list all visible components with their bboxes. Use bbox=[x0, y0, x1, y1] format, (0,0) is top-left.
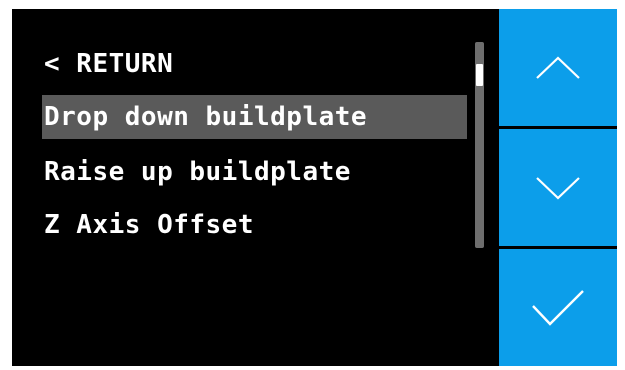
scrollbar-thumb[interactable] bbox=[476, 64, 483, 86]
chevron-up-icon bbox=[536, 55, 580, 79]
menu-list: < RETURN Drop down buildplate Raise up b… bbox=[12, 9, 498, 366]
checkmark-icon bbox=[532, 289, 584, 326]
confirm-button[interactable] bbox=[499, 249, 617, 366]
chevron-down-icon bbox=[536, 176, 580, 200]
menu-item-z-axis-offset[interactable]: Z Axis Offset bbox=[42, 203, 467, 247]
scroll-up-button[interactable] bbox=[499, 9, 617, 126]
side-button-panel bbox=[499, 9, 617, 366]
menu-item-drop-down-buildplate[interactable]: Drop down buildplate bbox=[42, 95, 467, 139]
scrollbar[interactable] bbox=[475, 42, 484, 248]
printer-display: < RETURN Drop down buildplate Raise up b… bbox=[12, 9, 617, 366]
menu-item-raise-up-buildplate[interactable]: Raise up buildplate bbox=[42, 150, 467, 194]
scroll-down-button[interactable] bbox=[499, 129, 617, 246]
menu-item-return[interactable]: < RETURN bbox=[42, 42, 467, 86]
